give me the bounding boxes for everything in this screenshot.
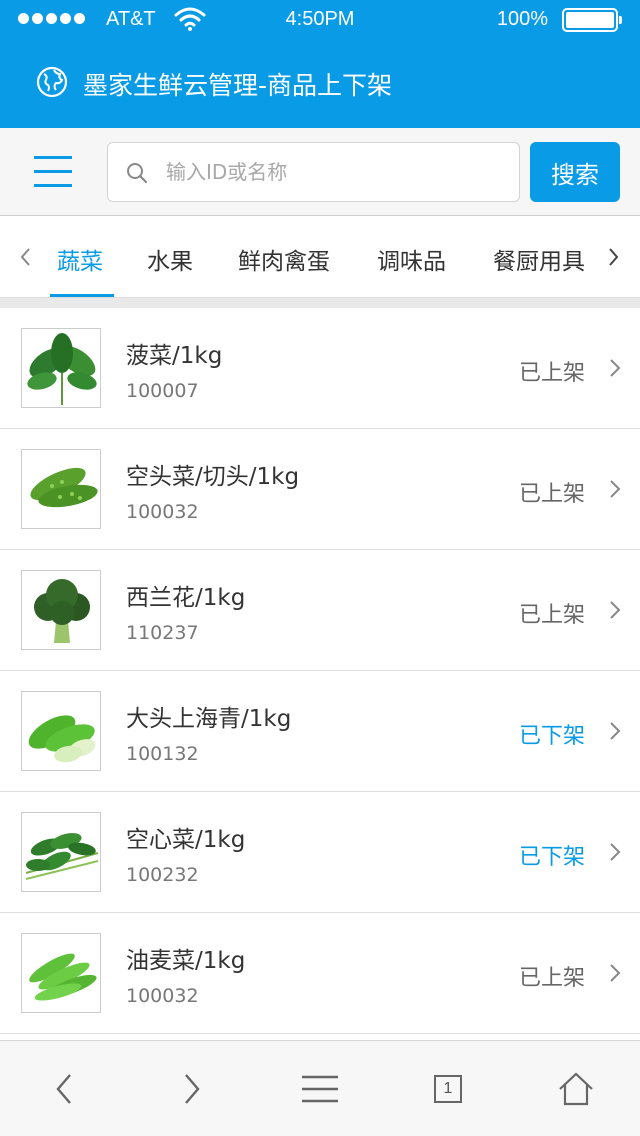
tab-vegetables[interactable]: 蔬菜 (57, 242, 103, 276)
product-name: 菠菜/1kg (126, 343, 223, 369)
search-bar: 搜索 (0, 128, 640, 216)
status-badge: 已上架 (518, 603, 585, 628)
battery-icon (562, 8, 622, 32)
tab-kitchenware[interactable]: 餐厨用具 (493, 242, 585, 276)
hamburger-icon-line (34, 170, 72, 173)
globe-icon (36, 66, 68, 98)
menu-button[interactable] (34, 154, 72, 190)
forward-icon[interactable] (172, 1071, 212, 1107)
active-tab-indicator (50, 294, 114, 297)
product-id: 110237 (126, 622, 199, 644)
category-tabs: 蔬菜 水果 鲜肉禽蛋 调味品 餐厨用具 (0, 216, 640, 298)
search-icon (127, 163, 148, 184)
product-image-bitter-melon (21, 449, 101, 529)
product-image-lettuce (21, 933, 101, 1013)
product-name: 大头上海青/1kg (126, 706, 292, 732)
chevron-right-icon (610, 722, 621, 740)
back-icon[interactable] (44, 1071, 84, 1107)
product-row[interactable]: 菠菜/1kg 100007 已上架 (0, 308, 640, 429)
home-icon[interactable] (556, 1071, 596, 1107)
chevron-right-icon (610, 359, 621, 377)
chevron-right-icon (610, 601, 621, 619)
product-name: 空头菜/切头/1kg (126, 464, 300, 490)
battery-percentage: 100% (496, 8, 548, 30)
product-name: 空心菜/1kg (126, 827, 246, 853)
status-badge: 已下架 (518, 845, 585, 870)
product-row[interactable]: 油麦菜/1kg 100032 已上架 (0, 913, 640, 1034)
product-image-broccoli (21, 570, 101, 650)
product-image-spinach (21, 328, 101, 408)
product-id: 100232 (126, 864, 199, 886)
status-badge: 已上架 (518, 482, 585, 507)
status-bar: AT&T 4:50PM 100% (0, 0, 640, 40)
chevron-right-icon (610, 480, 621, 498)
browser-toolbar: 1 (0, 1040, 640, 1136)
product-id: 100007 (126, 380, 199, 402)
page-title: 墨家生鲜云管理-商品上下架 (83, 71, 393, 100)
search-input[interactable] (166, 153, 506, 191)
status-badge: 已上架 (518, 966, 585, 991)
chevron-right-icon[interactable] (604, 246, 624, 268)
divider (0, 298, 640, 308)
hamburger-icon-line (34, 184, 72, 187)
app-header: 墨家生鲜云管理-商品上下架 (0, 40, 640, 128)
product-list: 菠菜/1kg 100007 已上架 空头菜/切头/1kg 100032 已上架 (0, 308, 640, 1034)
product-id: 100132 (126, 743, 199, 765)
tabs-button[interactable]: 1 (434, 1075, 474, 1111)
tab-count: 1 (434, 1075, 462, 1103)
chevron-left-icon[interactable] (16, 246, 36, 268)
status-badge: 已下架 (518, 724, 585, 749)
status-badge: 已上架 (518, 361, 585, 386)
search-button[interactable]: 搜索 (530, 142, 620, 202)
chevron-right-icon (610, 964, 621, 982)
tab-fruits[interactable]: 水果 (147, 242, 193, 276)
product-image-bok-choy (21, 691, 101, 771)
hamburger-icon (34, 156, 72, 159)
tab-condiments[interactable]: 调味品 (377, 242, 446, 276)
product-name: 西兰花/1kg (126, 585, 246, 611)
product-id: 100032 (126, 501, 199, 523)
product-row[interactable]: 西兰花/1kg 110237 已上架 (0, 550, 640, 671)
menu-lines-icon[interactable] (300, 1071, 340, 1107)
product-id: 100032 (126, 985, 199, 1007)
tab-meat-eggs[interactable]: 鲜肉禽蛋 (238, 242, 330, 276)
product-row[interactable]: 大头上海青/1kg 100132 已下架 (0, 671, 640, 792)
chevron-right-icon (610, 843, 621, 861)
product-row[interactable]: 空心菜/1kg 100232 已下架 (0, 792, 640, 913)
product-name: 油麦菜/1kg (126, 948, 246, 974)
search-box[interactable] (107, 142, 520, 202)
product-image-water-spinach (21, 812, 101, 892)
product-row[interactable]: 空头菜/切头/1kg 100032 已上架 (0, 429, 640, 550)
